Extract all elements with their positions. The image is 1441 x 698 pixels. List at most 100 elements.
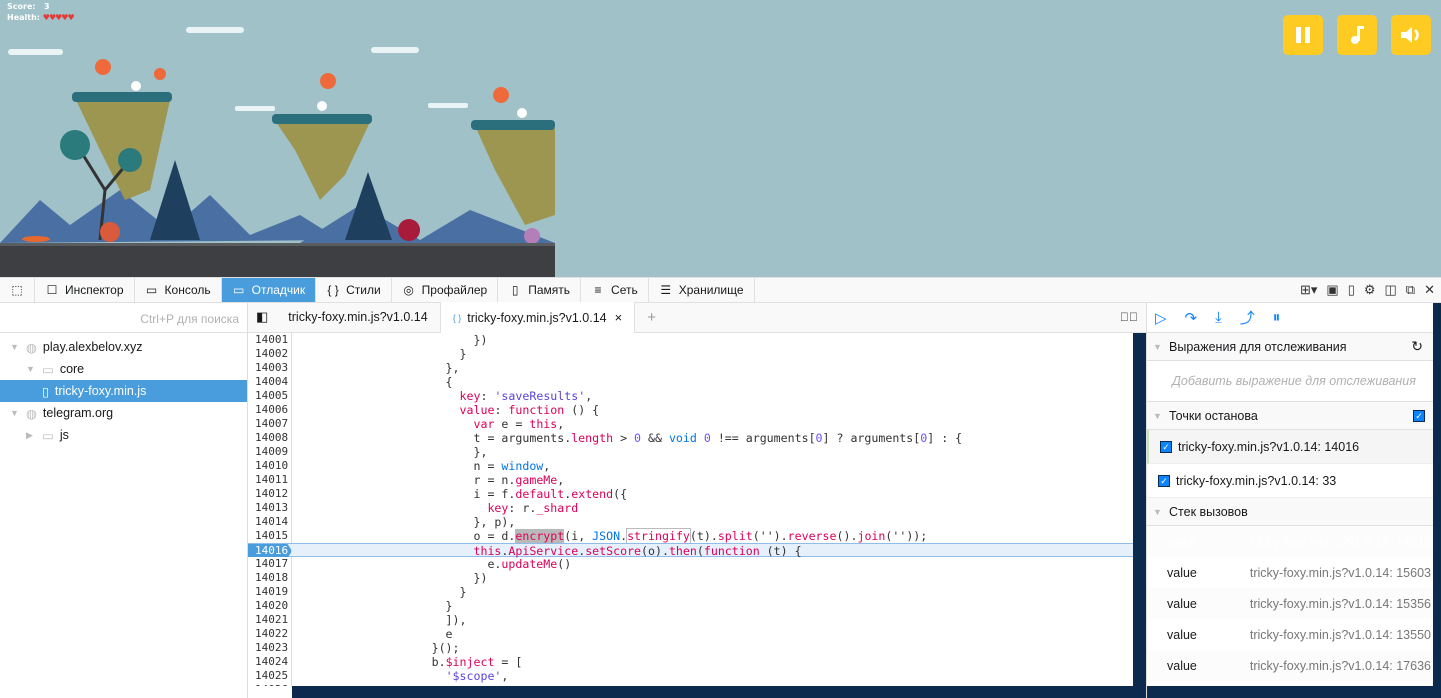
breakpoints-header[interactable]: ▼ Точки останова ✓	[1147, 402, 1441, 430]
vertical-scrollbar[interactable]	[1133, 333, 1146, 686]
line-text: value: function () {	[292, 403, 600, 417]
line-number[interactable]: 14025	[248, 669, 292, 683]
breakpoint-checkbox[interactable]: ✓	[1158, 474, 1170, 487]
vertical-scrollbar[interactable]	[1433, 303, 1441, 686]
resume-icon[interactable]: ▷	[1155, 309, 1167, 327]
line-number[interactable]: 14002	[248, 347, 292, 361]
split-console-icon[interactable]: ▣	[1326, 282, 1338, 298]
call-stack-header[interactable]: ▼ Стек вызовов	[1147, 498, 1441, 526]
tree-item-file[interactable]: ▯ tricky-foxy.min.js	[0, 380, 247, 402]
line-number[interactable]: 14006	[248, 403, 292, 417]
call-stack-frame[interactable]: value tricky-foxy.min.js?v1.0.14: 14016	[1147, 526, 1441, 557]
horizontal-scrollbar[interactable]	[292, 686, 1146, 698]
code-token: >	[613, 431, 635, 445]
breakpoint-item[interactable]: ✓ tricky-foxy.min.js?v1.0.14: 33	[1147, 464, 1441, 498]
call-stack-frame[interactable]: value tricky-foxy.min.js?v1.0.14: 15356	[1147, 588, 1441, 619]
tab-network[interactable]: ≡ Сеть	[581, 278, 649, 302]
call-stack-frame[interactable]: value tricky-foxy.min.js?v1.0.14: 17636	[1147, 650, 1441, 681]
line-number[interactable]: 14001	[248, 333, 292, 347]
tree-item-folder[interactable]: ▶ ▭ js	[0, 424, 247, 446]
code-token: }	[292, 347, 467, 361]
tab-storage[interactable]: ☰ Хранилище	[649, 278, 755, 302]
editor-tab[interactable]: tricky-foxy.min.js?v1.0.14	[276, 302, 439, 332]
code-token: }();	[292, 641, 460, 655]
tab-debugger[interactable]: ▭ Отладчик	[221, 278, 317, 302]
triangle-right-icon[interactable]: ▶	[26, 430, 36, 441]
sound-button[interactable]	[1391, 15, 1431, 55]
line-number[interactable]: 14012	[248, 487, 292, 501]
line-text: }, p),	[292, 515, 515, 529]
line-number[interactable]: 14007	[248, 417, 292, 431]
line-number[interactable]: 14026	[248, 683, 292, 686]
line-number[interactable]: 14018	[248, 571, 292, 585]
tab-console[interactable]: ▭ Консоль	[135, 278, 222, 302]
tab-memory[interactable]: ▯ Память	[498, 278, 582, 302]
call-stack-frame[interactable]: value tricky-foxy.min.js?v1.0.14: 15603	[1147, 557, 1441, 588]
code-token: () {	[564, 403, 600, 417]
layout-toggle-icon[interactable]: ⊞▾	[1300, 282, 1317, 298]
triangle-down-icon[interactable]: ▼	[10, 408, 20, 418]
breakpoint-label: tricky-foxy.min.js?v1.0.14: 33	[1176, 473, 1337, 488]
folder-icon: ▭	[42, 428, 54, 443]
source-search-input[interactable]: Ctrl+P для поиска	[0, 303, 247, 333]
line-number[interactable]: 14020	[248, 599, 292, 613]
globe-icon: ◍	[26, 406, 37, 421]
code-view[interactable]: 14001 }) 14002 } 14003 }, 14004 {14005 key:…	[248, 333, 1133, 686]
line-number[interactable]: 14008	[248, 431, 292, 445]
add-tab-button[interactable]: +	[635, 302, 668, 332]
line-number[interactable]: 14003	[248, 361, 292, 375]
line-number[interactable]: 14011	[248, 473, 292, 487]
triangle-down-icon[interactable]: ▼	[10, 342, 20, 352]
editor-tab[interactable]: { } tricky-foxy.min.js?v1.0.14 ×	[439, 302, 636, 333]
pause-exceptions-icon[interactable]: ⏸	[1273, 309, 1281, 326]
breakpoint-item[interactable]: ✓ tricky-foxy.min.js?v1.0.14: 14016	[1147, 430, 1441, 464]
styles-icon: { }	[327, 283, 339, 297]
music-button[interactable]	[1337, 15, 1377, 55]
close-tab-icon[interactable]: ×	[615, 310, 623, 325]
gear-icon[interactable]: ⚙	[1364, 282, 1376, 298]
line-number[interactable]: 14023	[248, 641, 292, 655]
separate-window-icon[interactable]: ⧉	[1406, 282, 1415, 298]
refresh-icon[interactable]: ↻	[1411, 338, 1423, 355]
line-number[interactable]: 14010	[248, 459, 292, 473]
close-icon[interactable]: ✕	[1424, 282, 1435, 298]
watch-expressions-header[interactable]: ▼ Выражения для отслеживания ↻	[1147, 333, 1441, 361]
line-number[interactable]: 14009	[248, 445, 292, 459]
triangle-down-icon[interactable]: ▼	[26, 364, 36, 374]
line-number[interactable]: 14022	[248, 627, 292, 641]
line-number[interactable]: 14017	[248, 557, 292, 571]
horizontal-scrollbar[interactable]	[1147, 686, 1441, 698]
line-number[interactable]: 14005	[248, 389, 292, 403]
element-picker-button[interactable]: ⬚	[0, 278, 35, 302]
tree-item-folder[interactable]: ▼ ▭ core	[0, 358, 247, 380]
line-number[interactable]: 14016	[248, 544, 292, 558]
network-icon: ≡	[594, 283, 602, 297]
tab-profiler[interactable]: ◎ Профайлер	[392, 278, 499, 302]
toggle-all-breakpoints-checkbox[interactable]: ✓	[1413, 409, 1425, 422]
tree-item-domain[interactable]: ▼ ◍ play.alexbelov.xyz	[0, 336, 247, 358]
line-number[interactable]: 14015	[248, 529, 292, 543]
breakpoint-checkbox[interactable]: ✓	[1160, 440, 1172, 453]
tree-item-domain[interactable]: ▼ ◍ telegram.org	[0, 402, 247, 424]
line-number[interactable]: 14024	[248, 655, 292, 669]
step-in-icon[interactable]: ⤓	[1215, 309, 1222, 326]
pause-button[interactable]	[1283, 15, 1323, 55]
step-out-icon[interactable]: ⤴	[1240, 307, 1255, 328]
dock-side-icon[interactable]: ◫	[1385, 282, 1397, 298]
tab-styles[interactable]: { } Стили	[316, 278, 392, 302]
responsive-design-icon[interactable]: ▯	[1348, 282, 1355, 298]
line-number[interactable]: 14021	[248, 613, 292, 627]
toggle-sources-button[interactable]: ◧	[248, 302, 276, 332]
call-stack-frame[interactable]: value tricky-foxy.min.js?v1.0.14: 13550	[1147, 619, 1441, 650]
game-canvas[interactable]: Score: 3 Health: ♥♥♥♥♥	[0, 0, 1441, 277]
toggle-debugger-panel-button[interactable]: ▷⃞	[1112, 310, 1146, 332]
line-number[interactable]: 14014	[248, 515, 292, 529]
tab-inspector[interactable]: ☐ Инспектор	[35, 278, 135, 302]
step-over-icon[interactable]: ↷	[1185, 309, 1198, 327]
line-number[interactable]: 14004	[248, 375, 292, 389]
line-number[interactable]: 14013	[248, 501, 292, 515]
add-watch-expression-input[interactable]: Добавить выражение для отслеживания	[1147, 361, 1441, 402]
code-token: setScore	[585, 544, 642, 558]
line-number[interactable]: 14019	[248, 585, 292, 599]
